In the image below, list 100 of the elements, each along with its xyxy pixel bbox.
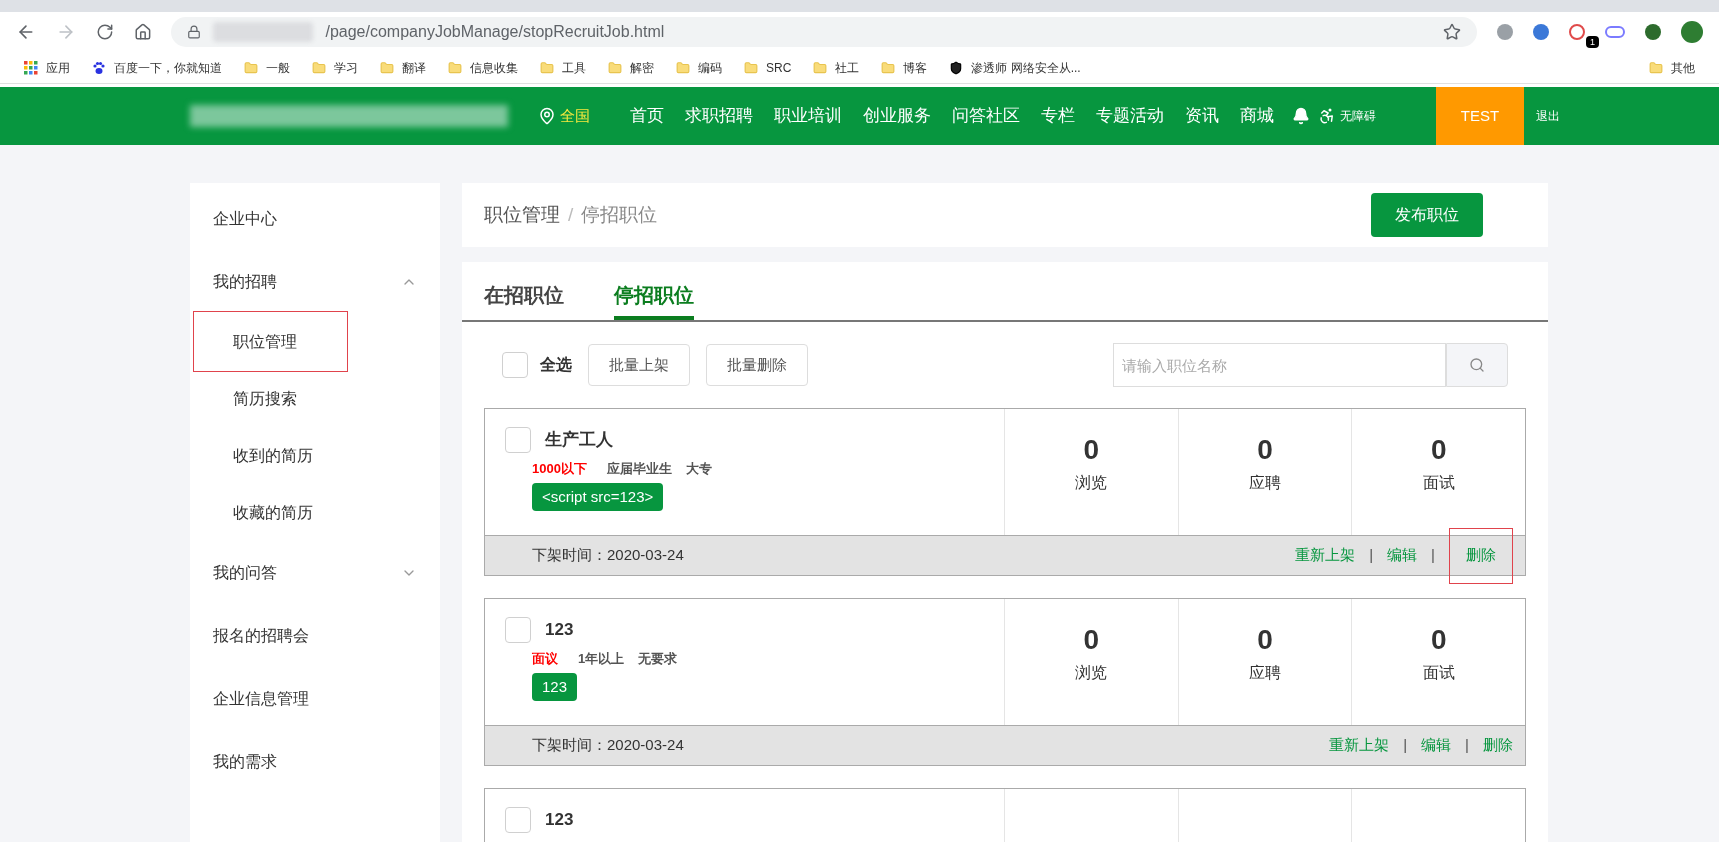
stat-label: 浏览 (1075, 473, 1108, 493)
publish-job-button[interactable]: 发布职位 (1371, 193, 1483, 237)
search-field[interactable]: 请输入职位名称 (1113, 343, 1446, 387)
batch-button[interactable]: 批量删除 (706, 344, 808, 386)
job-experience: 应届毕业生 (606, 460, 672, 478)
folder-icon (312, 60, 326, 75)
folder-icon (881, 60, 896, 75)
bookmark-item[interactable]: 信息收集 (448, 58, 518, 77)
stat-label: 浏览 (1075, 663, 1108, 683)
bookmark-item[interactable]: 其他 (1649, 58, 1695, 77)
stat-label: 应聘 (1249, 663, 1281, 683)
nav-link[interactable]: 资讯 (1185, 103, 1219, 129)
off-shelf-time: 下架时间：2020-03-24 (532, 545, 684, 566)
action-separator: | (1431, 545, 1435, 566)
bookmark-item[interactable]: SRC (744, 58, 792, 77)
nav-link[interactable]: 职业培训 (774, 103, 842, 129)
tab[interactable]: 在招职位 (484, 280, 564, 320)
bookmark-star-icon[interactable] (1443, 23, 1462, 41)
nav-link[interactable]: 商城 (1240, 103, 1274, 129)
home-icon[interactable] (133, 23, 152, 41)
job-checkbox[interactable] (505, 617, 531, 643)
sidebar-item[interactable]: 企业信息管理 (190, 667, 440, 730)
job-experience: 1年以上 (578, 650, 625, 668)
job-title[interactable]: 123 (545, 807, 574, 833)
sidebar-item[interactable]: 我的招聘 (190, 250, 440, 313)
stat-label: 面试 (1422, 663, 1455, 683)
logout-link[interactable]: 退出 (1536, 107, 1560, 125)
folder-icon (608, 60, 622, 75)
folder-icon (380, 60, 394, 75)
job-education: 大专 (685, 460, 712, 478)
apps-grid-icon (24, 60, 38, 75)
bookmark-item[interactable]: 工具 (540, 58, 586, 77)
folder-icon (813, 60, 828, 75)
folder-icon (448, 60, 462, 75)
nav-link[interactable]: 问答社区 (952, 103, 1020, 129)
breadcrumb-link[interactable]: 职位管理 (484, 200, 560, 230)
sidebar-item[interactable]: 报名的招聘会 (190, 604, 440, 667)
stat-value: 0 (1430, 623, 1447, 657)
nav-link[interactable]: 专栏 (1041, 103, 1075, 129)
address-bar[interactable]: /page/companyJobManage/stopRecruitJob.html (171, 17, 1478, 47)
job-title[interactable]: 123 (545, 617, 574, 643)
profile-avatar[interactable] (1681, 21, 1704, 43)
stat-value: 0 (1430, 433, 1447, 467)
cloud-icon[interactable] (1605, 26, 1626, 38)
select-all-checkbox[interactable] (502, 352, 528, 378)
globe-icon[interactable] (1533, 24, 1550, 40)
bookmark-item[interactable]: 渗透师 网络安全从... (949, 58, 1081, 77)
job-title[interactable]: 生产工人 (545, 427, 613, 453)
shield-icon (949, 60, 964, 75)
folder-icon (676, 60, 690, 75)
extension-icon[interactable] (1497, 24, 1514, 40)
sidebar-subitem[interactable]: 职位管理 (193, 311, 348, 372)
bookmark-item[interactable]: 百度一下，你就知道 (92, 58, 222, 77)
accessibility-link[interactable]: 无障碍 (1318, 107, 1376, 125)
job-checkbox[interactable] (505, 807, 531, 833)
extension-icon[interactable] (1569, 24, 1586, 40)
nav-link[interactable]: 创业服务 (863, 103, 931, 129)
stat-value: 0 (1083, 433, 1100, 467)
reload-icon[interactable] (95, 23, 114, 41)
job-tag: <script src=123> (532, 482, 664, 511)
nav-link[interactable]: 求职招聘 (685, 103, 753, 129)
breadcrumb-separator: / (568, 202, 574, 227)
bookmark-item[interactable]: 翻译 (380, 58, 426, 77)
wheelchair-icon (1318, 107, 1336, 125)
job-education: 无要求 (638, 650, 678, 668)
batch-button[interactable]: 批量上架 (588, 344, 690, 386)
sidebar-item[interactable]: 我的问答 (190, 541, 440, 604)
bookmark-item[interactable]: 编码 (676, 58, 722, 77)
action-separator: | (1369, 545, 1374, 566)
action-separator: | (1465, 735, 1469, 756)
search-icon (1469, 357, 1485, 373)
sidebar-item[interactable]: 企业中心 (190, 187, 440, 250)
extension-icon[interactable] (1645, 24, 1662, 40)
bookmark-item[interactable]: 解密 (608, 58, 654, 77)
extension-badge: 1 (1586, 36, 1600, 48)
stat-label: 面试 (1422, 473, 1455, 493)
bookmark-item[interactable]: 一般 (244, 58, 290, 77)
breadcrumb-current: 停招职位 (581, 202, 658, 227)
folder-icon (540, 60, 554, 75)
bookmark-item[interactable]: 应用 (24, 58, 70, 77)
nav-link[interactable]: 专题活动 (1096, 103, 1164, 129)
stat-label: 应聘 (1249, 473, 1281, 493)
location-pin-icon (538, 107, 556, 125)
job-tag: 123 (532, 672, 578, 701)
nav-link[interactable]: 首页 (630, 103, 664, 129)
lock-icon (187, 25, 202, 39)
bookmark-item[interactable]: 社工 (813, 58, 860, 77)
folder-icon (244, 60, 258, 75)
job-salary: 面议 (532, 650, 558, 668)
bell-icon[interactable] (1292, 107, 1310, 125)
action-separator: | (1403, 735, 1408, 756)
select-all-label: 全选 (540, 355, 572, 375)
folder-icon (1649, 60, 1663, 75)
job-checkbox[interactable] (505, 427, 531, 453)
sidebar-item[interactable]: 我的需求 (190, 730, 440, 793)
bookmark-item[interactable]: 博客 (881, 58, 928, 77)
stat-value: 0 (1257, 623, 1273, 657)
url-text: /page/companyJobManage/stopRecruitJob.html (325, 22, 665, 42)
tab[interactable]: 停招职位 (614, 280, 694, 320)
bookmark-item[interactable]: 学习 (312, 58, 358, 77)
